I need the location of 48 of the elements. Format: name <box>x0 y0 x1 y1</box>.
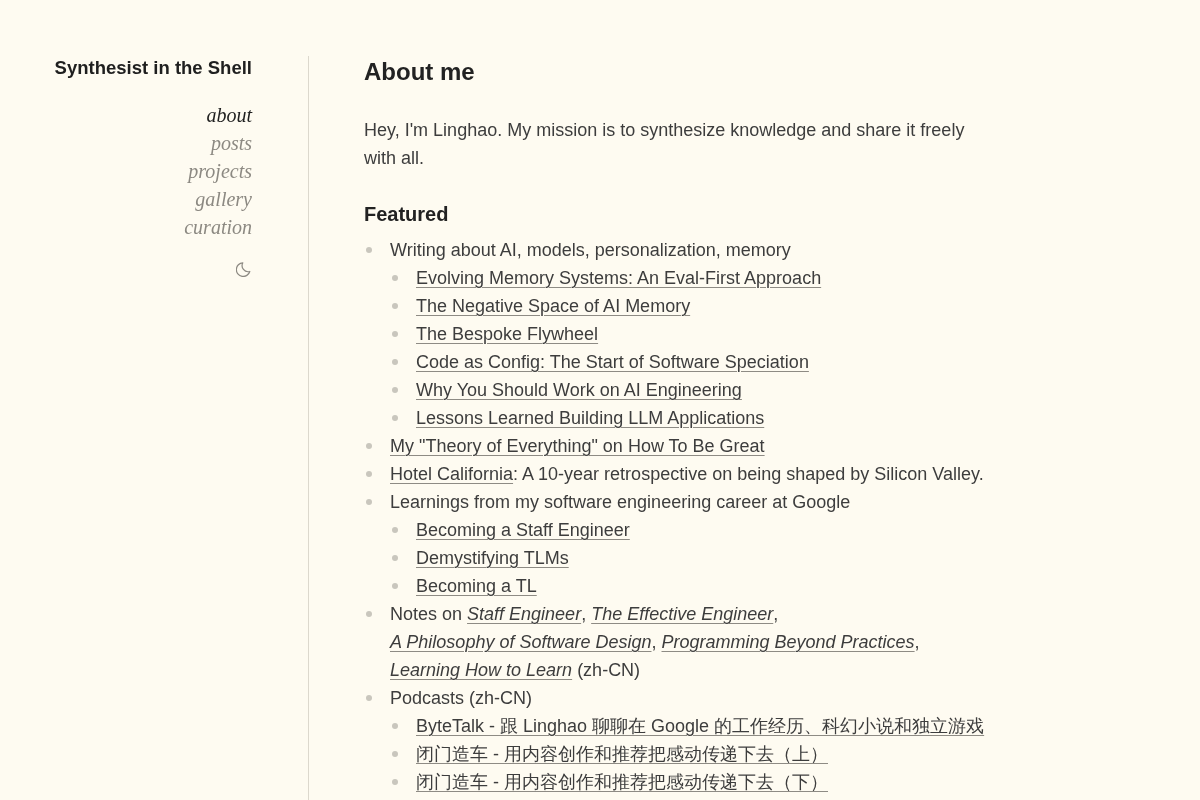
nav-link[interactable]: about <box>206 101 252 129</box>
site-title[interactable]: Synthesist in the Shell <box>54 56 252 80</box>
bullet-icon <box>392 387 398 393</box>
book-title-link[interactable]: Staff Engineer <box>467 604 582 624</box>
text-link[interactable]: The Bespoke Flywheel <box>416 320 599 348</box>
text-link[interactable]: ByteTalk - 跟 Linghao 聊聊在 Google 的工作经历、科幻小说和独立游戏 <box>416 712 985 740</box>
text-link[interactable]: The Negative Space of AI Memory <box>416 292 691 320</box>
page-heading: About me <box>364 57 476 87</box>
bullet-icon <box>392 779 398 785</box>
bullet-icon <box>392 583 398 589</box>
book-title-link[interactable]: Programming Beyond Practices <box>661 632 915 652</box>
text-link[interactable]: Hotel California <box>390 464 514 484</box>
book-title-link[interactable]: Learning How to Learn <box>390 660 573 680</box>
bullet-icon <box>392 303 398 309</box>
text-link[interactable]: 闭门造车 - 用内容创作和推荐把感动传递下去（上） <box>416 740 828 768</box>
text-link[interactable]: Demystifying TLMs <box>416 544 569 572</box>
bullet-icon <box>392 527 398 533</box>
text-link[interactable]: Code as Config: The Start of Software Speciation <box>416 348 809 376</box>
text-link[interactable]: 闭门造车 - 用内容创作和推荐把感动传递下去（下） <box>416 768 828 796</box>
bullet-icon <box>366 443 372 449</box>
bullet-icon <box>366 611 372 617</box>
list-item-text: Hotel California: A 10-year retrospective on being shaped by Silicon Valley. <box>390 463 984 486</box>
text-link[interactable]: Becoming a TL <box>416 572 537 600</box>
list-item-text: Writing about AI, models, personalization, memory <box>390 239 791 262</box>
intro-paragraph: Hey, I'm Linghao. My mission is to synthesize knowledge and share it freely with all. <box>364 119 966 170</box>
bullet-icon <box>392 555 398 561</box>
section-heading: Featured <box>364 202 450 227</box>
list-item-text: Notes on Staff Engineer, The Effective Engineer, A Philosophy of Software Design, Programming Beyond Practices, Learning How to Learn (zh-CN) <box>390 603 921 682</box>
bullet-icon <box>366 499 372 505</box>
bullet-icon <box>392 723 398 729</box>
moon-icon[interactable] <box>236 262 251 277</box>
text-link[interactable]: Evolving Memory Systems: An Eval-First Approach <box>416 264 822 292</box>
text-link[interactable]: Why You Should Work on AI Engineering <box>416 376 742 404</box>
bullet-icon <box>366 471 372 477</box>
bullet-icon <box>392 331 398 337</box>
book-title-link[interactable]: The Effective Engineer <box>591 604 774 624</box>
book-title-link[interactable]: A Philosophy of Software Design <box>390 632 652 652</box>
text-link[interactable]: Becoming a Staff Engineer <box>416 516 630 544</box>
list-item-text: Learnings from my software engineering career at Google <box>390 491 851 514</box>
text-link[interactable]: Lessons Learned Building LLM Applications <box>416 404 765 432</box>
bullet-icon <box>392 751 398 757</box>
list-item-text: Podcasts (zh-CN) <box>390 687 533 710</box>
bullet-icon <box>366 247 372 253</box>
text-link[interactable]: My "Theory of Everything" on How To Be Great <box>390 432 765 460</box>
bullet-icon <box>392 415 398 421</box>
bullet-icon <box>392 359 398 365</box>
bullet-icon <box>366 695 372 701</box>
bullet-icon <box>392 275 398 281</box>
